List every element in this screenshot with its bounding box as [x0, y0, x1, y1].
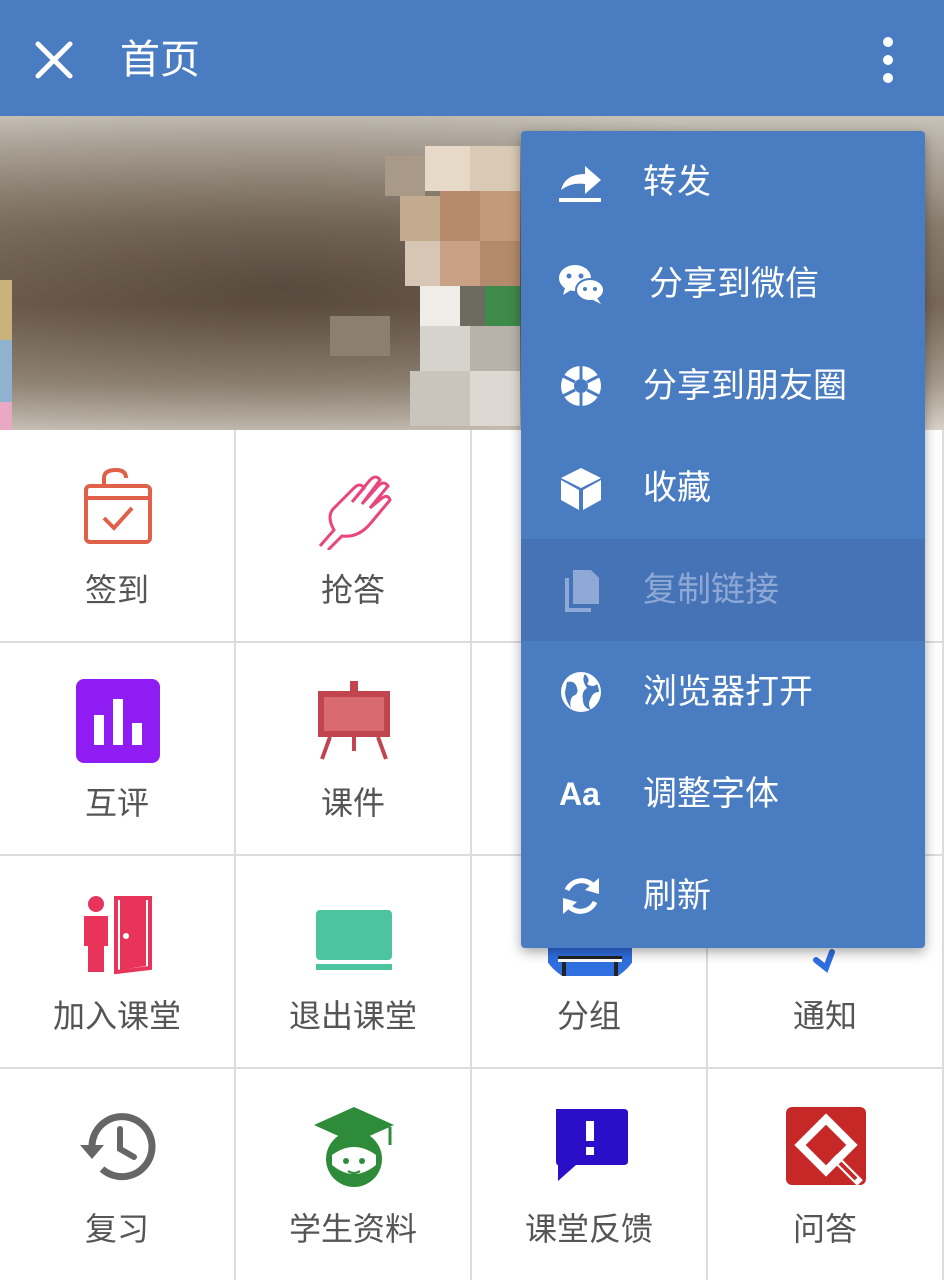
grid-item-label: 课件 — [320, 784, 385, 822]
grid-item-label: 复习 — [84, 1210, 149, 1248]
menu-item-label: 浏览器打开 — [643, 672, 813, 712]
grid-item-label: 互评 — [84, 784, 149, 822]
menu-item-font-size[interactable]: Aa 调整字体 — [521, 743, 925, 845]
grid-item-courseware[interactable]: 课件 — [236, 643, 472, 856]
grid-item-label: 通知 — [792, 997, 857, 1035]
grid-item-qa[interactable]: 问答 — [708, 1069, 944, 1280]
grid-item-student-info[interactable]: 学生资料 — [236, 1069, 472, 1280]
grid-item-label: 签到 — [84, 571, 149, 609]
menu-item-refresh[interactable]: 刷新 — [521, 845, 925, 947]
wechat-icon — [559, 265, 605, 304]
overflow-menu: 转发 分享到微信 分享到朋友圈 收藏 复制链接 浏览器打开 Aa 调整字体 刷新 — [521, 131, 925, 948]
refresh-icon — [563, 878, 599, 914]
grid-item-sign-in[interactable]: 签到 — [0, 430, 236, 643]
easel-board-icon — [318, 681, 390, 760]
grid-item-label: 退出课堂 — [288, 997, 417, 1035]
more-options-button[interactable] — [872, 34, 904, 86]
check-in-calendar-icon — [84, 467, 152, 544]
menu-item-open-browser[interactable]: 浏览器打开 — [521, 641, 925, 743]
globe-icon — [561, 672, 601, 712]
raise-hand-icon — [318, 475, 392, 550]
grid-item-review[interactable]: 复习 — [0, 1069, 236, 1280]
grid-item-label: 抢答 — [320, 571, 385, 609]
feedback-bubble-icon — [556, 1109, 628, 1181]
menu-item-label: 分享到微信 — [649, 264, 819, 304]
menu-item-label: 刷新 — [643, 876, 711, 916]
grid-item-quick-answer[interactable]: 抢答 — [236, 430, 472, 643]
menu-item-share-moments[interactable]: 分享到朋友圈 — [521, 335, 925, 437]
menu-item-copy-link: 复制链接 — [521, 539, 925, 641]
grid-item-label: 加入课堂 — [52, 997, 181, 1035]
menu-item-label: 复制链接 — [643, 570, 779, 610]
top-app-bar: 首页 — [0, 0, 944, 116]
history-clock-icon — [80, 1113, 156, 1181]
cube-icon — [561, 468, 601, 510]
menu-item-favorite[interactable]: 收藏 — [521, 437, 925, 539]
menu-item-label: 收藏 — [643, 468, 711, 508]
menu-item-label: 调整字体 — [643, 774, 779, 814]
menu-item-label: 分享到朋友圈 — [643, 366, 847, 406]
close-button[interactable] — [30, 36, 78, 84]
graduate-student-icon — [314, 1107, 394, 1187]
grid-item-exit-class[interactable]: 退出课堂 — [236, 856, 472, 1069]
grid-item-label: 问答 — [792, 1210, 857, 1248]
forward-icon — [559, 166, 601, 202]
grid-item-join-class[interactable]: 加入课堂 — [0, 856, 236, 1069]
grid-item-peer-review[interactable]: 互评 — [0, 643, 236, 856]
grid-item-label: 课堂反馈 — [524, 1210, 653, 1248]
bar-chart-icon — [76, 679, 160, 763]
qa-icon — [786, 1107, 866, 1186]
more-vertical-icon — [883, 37, 893, 83]
page-title: 首页 — [120, 37, 200, 83]
menu-item-label: 转发 — [643, 162, 711, 202]
copy-icon — [565, 570, 599, 612]
menu-item-share-wechat[interactable]: 分享到微信 — [521, 233, 925, 335]
close-icon — [35, 41, 73, 79]
font-size-icon: Aa — [559, 776, 600, 812]
laptop-icon — [316, 910, 392, 970]
person-door-icon — [84, 896, 152, 975]
grid-item-label: 分组 — [556, 997, 621, 1035]
menu-item-forward[interactable]: 转发 — [521, 131, 925, 233]
grid-item-label: 学生资料 — [288, 1210, 417, 1248]
moments-icon — [561, 366, 601, 406]
grid-item-class-feedback[interactable]: 课堂反馈 — [472, 1069, 708, 1280]
